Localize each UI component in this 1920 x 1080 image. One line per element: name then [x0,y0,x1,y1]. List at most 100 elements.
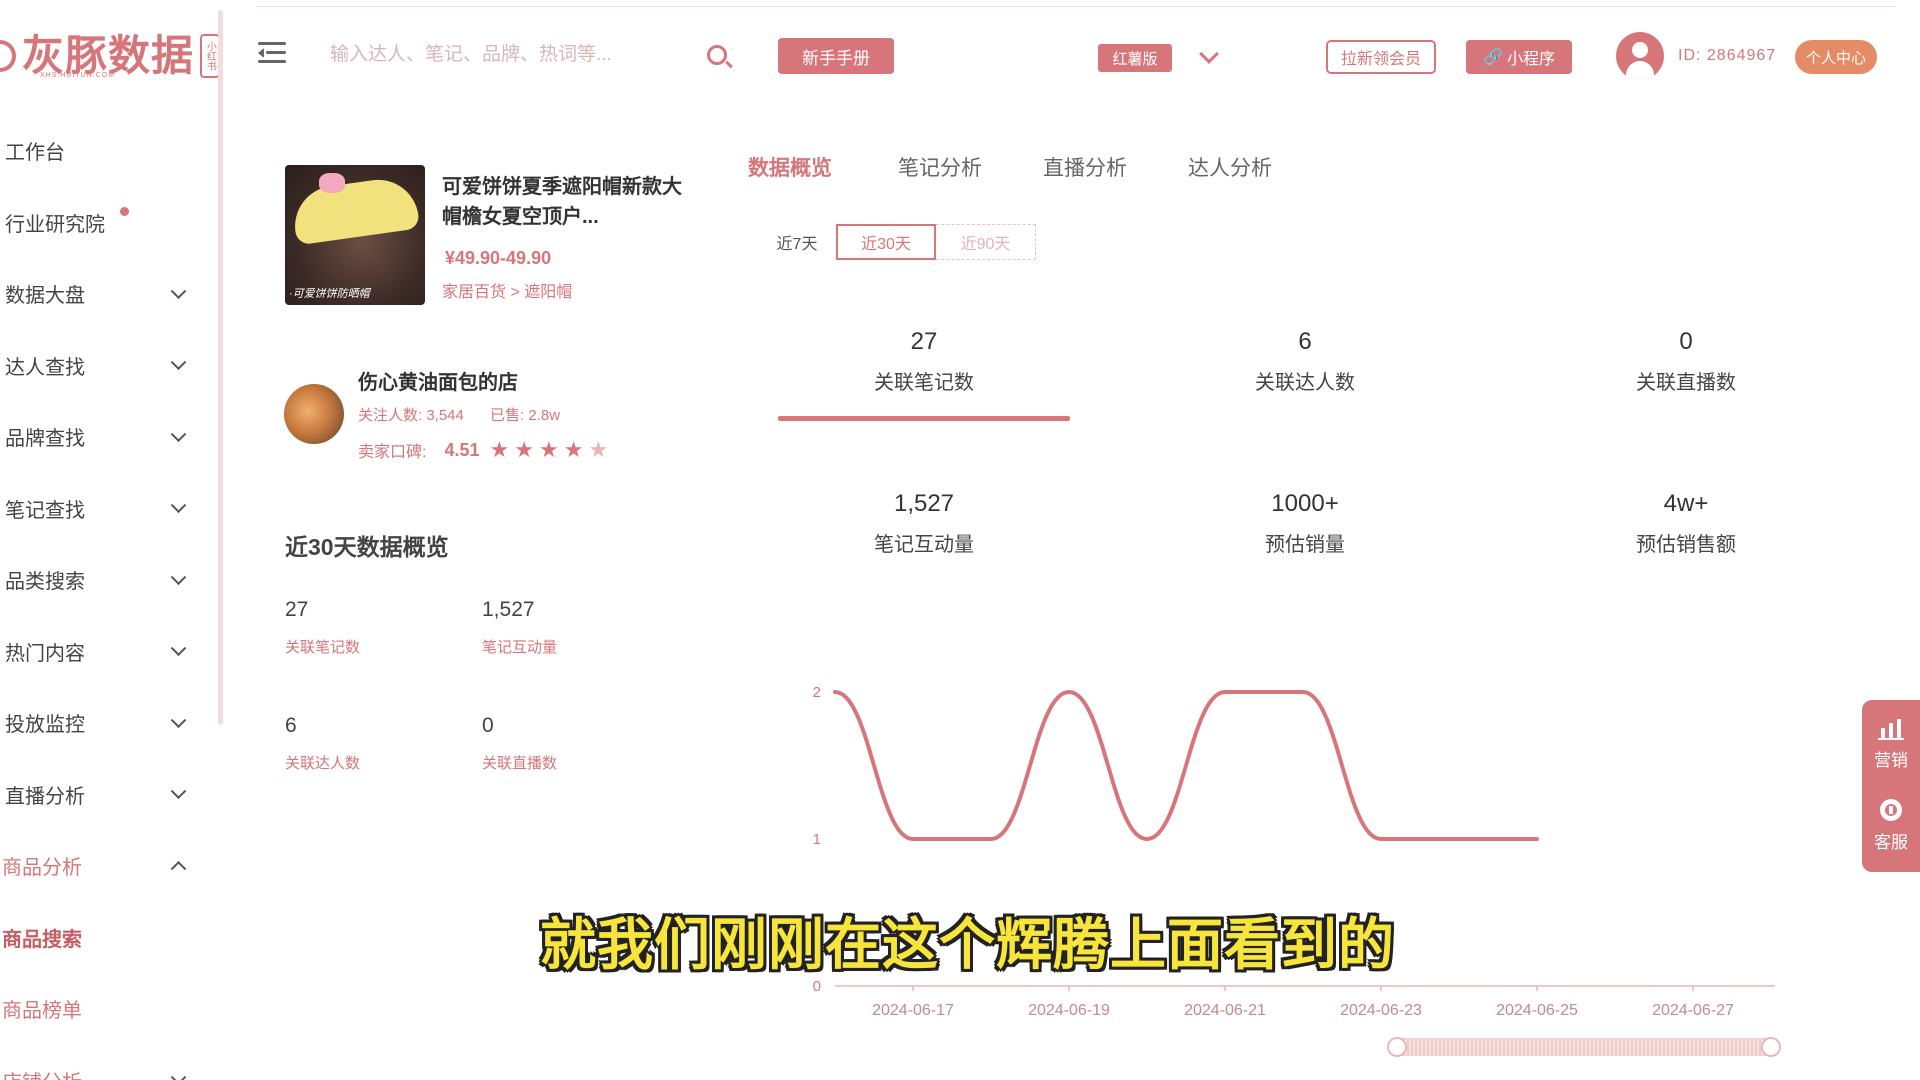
sidebar-item[interactable]: 商品分析 [0,830,200,902]
sidebar-item[interactable]: 直播分析 [0,759,200,831]
tab-note-analysis[interactable]: 笔记分析 [898,152,982,182]
sidebar-item[interactable]: 投放监控 [0,687,200,759]
sidebar-item[interactable]: 数据大盘 [0,258,200,330]
shop-name[interactable]: 伤心黄油面包的店 [358,366,518,395]
sidebar-item-label: 商品分析 [2,857,82,880]
sidebar-item[interactable]: 热门内容 [0,616,200,688]
product-title[interactable]: 可爱饼饼夏季遮阳帽新款大帽檐女夏空顶户... [442,172,682,232]
chevron-down-icon [170,640,187,657]
sidebar-scrollbar[interactable] [218,10,223,725]
sidebar-item[interactable]: 达人查找 [0,330,200,402]
metric-card[interactable]: 4w+ 预估销售额 [1566,490,1806,557]
metric-value: 6 [1298,328,1312,355]
rating-label: 卖家口碑: [358,444,427,461]
chevron-down-icon [170,426,187,442]
shop-avatar[interactable] [284,384,344,444]
tab-data-overview[interactable]: 数据概览 [748,152,832,182]
sidebar-item[interactable]: 品牌查找 [0,401,200,473]
marketing-button[interactable]: 营销 [1862,716,1920,771]
tab-kol-analysis[interactable]: 达人分析 [1188,152,1272,182]
sidebar-item-label: 直播分析 [5,785,85,808]
range-30d-button[interactable]: 近30天 [836,224,936,260]
slider-handle-end[interactable] [1761,1037,1781,1057]
headset-icon [1878,798,1904,822]
sidebar-item[interactable]: 工作台 [0,115,200,187]
overview-value: 0 [482,714,494,737]
floating-side-panel: 营销 客服 [1862,700,1920,872]
shop-sold: 已售: 2.8w [490,407,561,424]
sidebar-item-label: 商品榜单 [2,1000,82,1023]
slider-handle-start[interactable] [1387,1037,1407,1057]
chart-range-slider[interactable] [1387,1037,1781,1057]
rating-stars: ★ ★ ★ ★ ★ [489,436,614,462]
sidebar-item-label: 商品搜索 [2,928,82,951]
logo[interactable]: 灰豚数据 小红书 XHS.HUITUN.COM [0,28,220,83]
avatar[interactable] [1616,32,1664,80]
y-tick-label: 2 [813,684,821,701]
overview-label: 笔记互动量 [482,639,558,656]
top-divider [256,6,1896,7]
overview-cell: 1,527 笔记互动量 [482,598,557,657]
chevron-up-icon [170,860,187,877]
manual-button[interactable]: 新手手册 [778,38,894,74]
logo-text: 灰豚数据 [22,31,195,79]
overview-value: 1,527 [482,598,535,621]
metric-card[interactable]: 1,527 笔记互动量 [804,490,1044,557]
metric-label: 预估销量 [1265,534,1345,556]
metric-card[interactable]: 1000+ 预估销量 [1185,490,1425,557]
overview-title: 近30天数据概览 [285,534,449,560]
metric-label: 关联笔记数 [874,372,974,394]
date-range-group: 近7天 近30天 近90天 [758,224,1036,260]
chevron-down-icon [170,283,187,299]
sidebar-item[interactable]: 品类搜索 [0,544,200,616]
sidebar-item[interactable]: 商品榜单 [0,973,200,1045]
x-tick-label: 2024-06-25 [1496,1002,1578,1019]
overview-cell: 6 关联达人数 [285,714,360,773]
hat-shape [289,174,421,246]
version-badge[interactable]: 红薯版 [1098,44,1172,72]
sidebar-item-label: 投放监控 [5,714,85,737]
x-tick-label: 2024-06-19 [1028,1002,1110,1019]
search-input[interactable] [330,40,690,70]
miniprogram-button[interactable]: 🔗 小程序 [1466,40,1572,74]
overview-value: 27 [285,598,309,621]
overview-value: 6 [285,714,297,737]
sidebar-item[interactable]: 店铺分析 [0,1045,200,1080]
user-center-button[interactable]: 个人中心 [1795,40,1877,74]
metric-card[interactable]: 27 关联笔记数 [804,328,1044,395]
sidebar-item[interactable]: 行业研究院 [0,187,200,259]
chevron-down-icon [170,354,187,371]
chevron-down-icon [170,712,187,728]
star-icon: ★ [514,436,534,462]
invite-button[interactable]: 拉新领会员 [1326,40,1436,74]
metric-card[interactable]: 0 关联直播数 [1566,328,1806,395]
metric-value: 0 [1679,328,1693,355]
x-tick-label: 2024-06-17 [872,1002,954,1019]
tab-live-analysis[interactable]: 直播分析 [1043,152,1127,182]
range-90d-button[interactable]: 近90天 [936,224,1036,260]
sidebar-item-label: 笔记查找 [5,499,85,522]
link-icon: 🔗 [1483,49,1503,66]
service-button[interactable]: 客服 [1862,798,1920,853]
search-icon[interactable] [707,45,727,65]
bar-chart-icon [1878,716,1904,740]
sidebar-item-label: 品类搜索 [5,571,85,594]
chevron-down-icon [170,497,187,514]
menu-collapse-icon[interactable] [258,42,286,64]
range-7d-button[interactable]: 近7天 [758,224,836,260]
chevron-down-icon[interactable] [1199,44,1219,64]
metric-card[interactable]: 6 关联达人数 [1185,328,1425,395]
sidebar-item-label: 行业研究院 [5,213,105,236]
sidebar-item[interactable]: 商品搜索 [0,902,200,974]
product-category[interactable]: 家居百货 > 遮阳帽 [442,278,572,302]
user-id: ID: 2864967 [1678,47,1777,64]
x-tick-label: 2024-06-21 [1184,1002,1266,1019]
bow-shape [319,173,345,193]
product-image-caption: ·可爱饼饼防晒帽 [289,288,370,300]
product-image[interactable]: ·可爱饼饼防晒帽 [285,165,425,305]
metric-value: 4w+ [1663,490,1709,517]
star-icon: ★ [489,436,510,462]
metric-label: 笔记互动量 [874,534,974,556]
sidebar-item[interactable]: 笔记查找 [0,473,200,545]
series-line [833,689,1539,842]
